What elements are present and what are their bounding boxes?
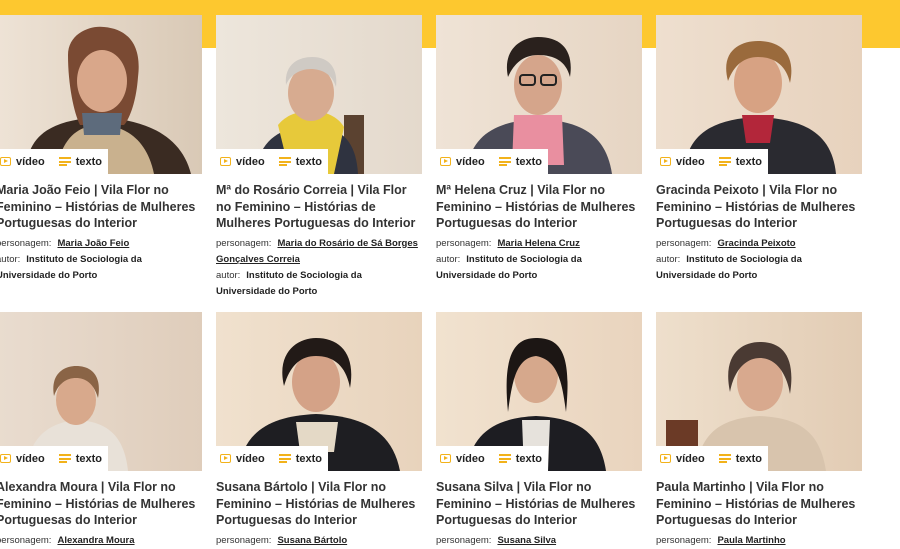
- text-lines-icon: [498, 454, 511, 463]
- story-card[interactable]: vídeo texto Mª Helena Cruz | Vila Flor n…: [436, 15, 642, 284]
- personagem-link[interactable]: Maria Helena Cruz: [497, 238, 579, 249]
- story-card[interactable]: vídeo texto Alexandra Moura | Vila Flor …: [0, 312, 202, 549]
- personagem-label: personagem:: [436, 237, 492, 249]
- video-badge[interactable]: vídeo: [440, 453, 485, 465]
- card-title[interactable]: Gracinda Peixoto | Vila Flor no Feminino…: [656, 182, 862, 232]
- media-badges: vídeo texto: [656, 446, 769, 471]
- autor-label: autor:: [656, 253, 681, 265]
- video-badge[interactable]: vídeo: [440, 156, 485, 168]
- card-title[interactable]: Maria João Feio | Vila Flor no Feminino …: [0, 182, 202, 232]
- media-badges: vídeo texto: [216, 149, 329, 174]
- text-badge[interactable]: texto: [278, 453, 322, 465]
- video-icon: [660, 157, 671, 166]
- personagem-label: personagem:: [656, 534, 712, 546]
- text-lines-icon: [278, 454, 291, 463]
- media-badges: vídeo texto: [0, 446, 109, 471]
- personagem-label: personagem:: [0, 534, 52, 546]
- portrait-photo[interactable]: vídeo texto: [216, 312, 422, 471]
- text-lines-icon: [718, 454, 731, 463]
- video-badge[interactable]: vídeo: [0, 453, 45, 465]
- card-meta: personagem: Paula Martinho: [656, 533, 862, 549]
- video-icon: [220, 454, 231, 463]
- video-badge[interactable]: vídeo: [220, 156, 265, 168]
- story-card[interactable]: vídeo texto Susana Bártolo | Vila Flor n…: [216, 312, 422, 549]
- story-card[interactable]: vídeo texto Mª do Rosário Correia | Vila…: [216, 15, 422, 300]
- personagem-link[interactable]: Susana Bártolo: [277, 535, 347, 546]
- card-meta: personagem: Gracinda Peixoto autor: Instit…: [656, 236, 862, 284]
- card-meta: personagem: Susana Silva: [436, 533, 642, 549]
- personagem-label: personagem:: [216, 534, 272, 546]
- portrait-photo[interactable]: vídeo texto: [656, 15, 862, 174]
- portrait-photo[interactable]: vídeo texto: [0, 15, 202, 174]
- video-icon: [660, 454, 671, 463]
- personagem-link[interactable]: Alexandra Moura: [57, 535, 134, 546]
- card-meta: personagem: Maria João Feio autor:Institu…: [0, 236, 202, 284]
- media-badges: vídeo texto: [656, 149, 769, 174]
- text-badge[interactable]: texto: [58, 453, 102, 465]
- video-icon: [220, 157, 231, 166]
- autor-value: Instituto de Sociologia da Universidade …: [0, 253, 142, 281]
- video-badge[interactable]: vídeo: [660, 156, 705, 168]
- personagem-label: personagem:: [216, 237, 272, 249]
- media-badges: vídeo texto: [0, 149, 109, 174]
- video-badge[interactable]: vídeo: [220, 453, 265, 465]
- card-meta: personagem: Maria Helena Cruz autor: Insti…: [436, 236, 642, 284]
- personagem-link[interactable]: Gracinda Peixoto: [717, 238, 795, 249]
- video-icon: [0, 157, 11, 166]
- card-title[interactable]: Mª Helena Cruz | Vila Flor no Feminino –…: [436, 182, 642, 232]
- personagem-link[interactable]: Maria João Feio: [57, 238, 129, 249]
- card-title[interactable]: Susana Bártolo | Vila Flor no Feminino –…: [216, 479, 422, 529]
- video-badge[interactable]: vídeo: [660, 453, 705, 465]
- text-lines-icon: [498, 157, 511, 166]
- text-badge[interactable]: texto: [498, 156, 542, 168]
- card-title[interactable]: Alexandra Moura | Vila Flor no Feminino …: [0, 479, 202, 529]
- autor-label: autor:: [436, 253, 461, 265]
- portrait-photo[interactable]: vídeo texto: [436, 15, 642, 174]
- text-badge[interactable]: texto: [718, 156, 762, 168]
- video-icon: [440, 157, 451, 166]
- text-badge[interactable]: texto: [498, 453, 542, 465]
- portrait-photo[interactable]: vídeo texto: [656, 312, 862, 471]
- card-title[interactable]: Paula Martinho | Vila Flor no Feminino –…: [656, 479, 862, 529]
- text-lines-icon: [718, 157, 731, 166]
- story-card[interactable]: vídeo texto Maria João Feio | Vila Flor …: [0, 15, 202, 284]
- video-badge[interactable]: vídeo: [0, 156, 45, 168]
- video-icon: [0, 454, 11, 463]
- media-badges: vídeo texto: [436, 446, 549, 471]
- media-badges: vídeo texto: [216, 446, 329, 471]
- portrait-photo[interactable]: vídeo texto: [436, 312, 642, 471]
- story-card[interactable]: vídeo texto Paula Martinho | Vila Flor n…: [656, 312, 862, 549]
- portrait-photo[interactable]: vídeo texto: [0, 312, 202, 471]
- text-badge[interactable]: texto: [278, 156, 322, 168]
- text-badge[interactable]: texto: [58, 156, 102, 168]
- story-card[interactable]: vídeo texto Susana Silva | Vila Flor no …: [436, 312, 642, 549]
- card-meta: personagem: Alexandra Moura: [0, 533, 202, 549]
- text-lines-icon: [58, 157, 71, 166]
- story-card[interactable]: vídeo texto Gracinda Peixoto | Vila Flor…: [656, 15, 862, 284]
- card-meta: personagem: Maria do Rosário de Sá Borges…: [216, 236, 422, 300]
- autor-label: autor:: [216, 269, 241, 281]
- autor-label: autor:: [0, 253, 21, 265]
- personagem-label: personagem:: [0, 237, 52, 249]
- card-title[interactable]: Susana Silva | Vila Flor no Feminino – H…: [436, 479, 642, 529]
- portrait-photo[interactable]: vídeo texto: [216, 15, 422, 174]
- card-meta: personagem: Susana Bártolo: [216, 533, 422, 549]
- personagem-label: personagem:: [656, 237, 712, 249]
- text-lines-icon: [58, 454, 71, 463]
- video-icon: [440, 454, 451, 463]
- personagem-link[interactable]: Susana Silva: [497, 535, 556, 546]
- text-lines-icon: [278, 157, 291, 166]
- text-badge[interactable]: texto: [718, 453, 762, 465]
- card-title[interactable]: Mª do Rosário Correia | Vila Flor no Fem…: [216, 182, 422, 232]
- media-badges: vídeo texto: [436, 149, 549, 174]
- personagem-label: personagem:: [436, 534, 492, 546]
- personagem-link[interactable]: Paula Martinho: [717, 535, 785, 546]
